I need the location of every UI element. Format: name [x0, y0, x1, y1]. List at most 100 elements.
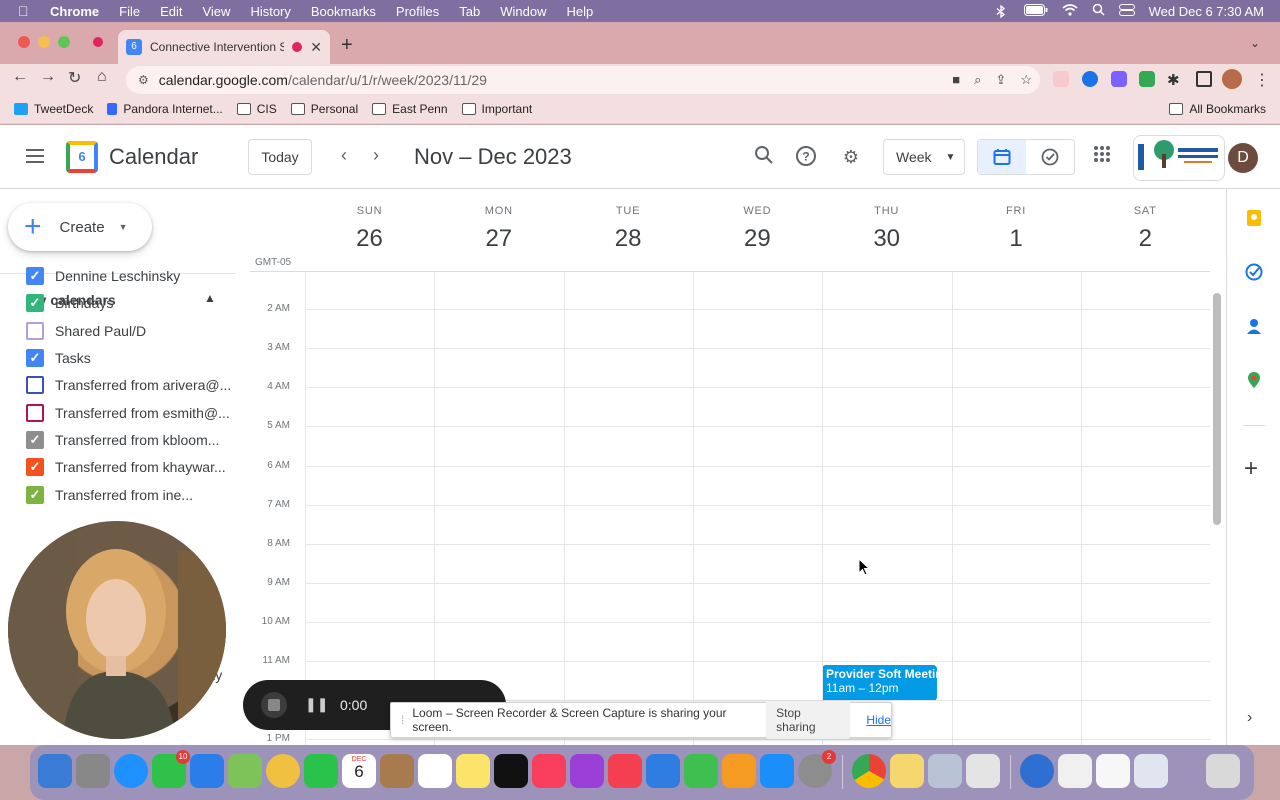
- checkbox-checked-icon[interactable]: ✓: [26, 267, 44, 285]
- bluetooth-icon[interactable]: [996, 4, 1010, 19]
- day-number[interactable]: 28: [564, 225, 693, 253]
- day-number[interactable]: 30: [822, 225, 951, 253]
- today-button[interactable]: Today: [248, 139, 312, 175]
- apple-menu-icon[interactable]: : [18, 3, 34, 19]
- bookmark-folder-east-penn[interactable]: East Penn: [372, 102, 448, 116]
- checkbox-checked-icon[interactable]: ✓: [26, 294, 44, 312]
- drag-handle-icon[interactable]: ⁞: [401, 713, 404, 727]
- back-arrow-icon[interactable]: ←: [12, 68, 28, 86]
- menu-datetime[interactable]: Wed Dec 6 7:30 AM: [1149, 4, 1264, 19]
- calendar-list-item[interactable]: ✓ Tasks: [26, 348, 91, 368]
- dock-mail-icon[interactable]: [190, 754, 224, 788]
- dock-calendar-icon[interactable]: DEC 6: [342, 754, 376, 788]
- dock-app-store-icon[interactable]: [760, 754, 794, 788]
- menu-history[interactable]: History: [250, 4, 290, 19]
- dock-messages-icon[interactable]: 10: [152, 750, 190, 788]
- grid-scrollbar[interactable]: [1213, 293, 1221, 525]
- zoom-icon[interactable]: ⌕: [974, 72, 981, 88]
- dock-reminders-icon[interactable]: [418, 754, 452, 788]
- menu-file[interactable]: File: [119, 4, 140, 19]
- dock-launchpad-icon[interactable]: [76, 754, 110, 788]
- day-column-header[interactable]: THU 30: [822, 205, 951, 253]
- create-event-button[interactable]: + Create ▼: [8, 203, 152, 251]
- previous-week-chevron-icon[interactable]: ‹: [341, 145, 347, 166]
- dock-numbers-icon[interactable]: [684, 754, 718, 788]
- checkbox-unchecked-icon[interactable]: [26, 376, 44, 394]
- google-apps-grid-icon[interactable]: [1090, 145, 1114, 169]
- checkbox-checked-icon[interactable]: ✓: [26, 349, 44, 367]
- view-selector-dropdown[interactable]: Week ▼: [883, 139, 965, 175]
- day-column-header[interactable]: MON 27: [434, 205, 563, 253]
- dock-notes-icon[interactable]: [456, 754, 490, 788]
- tasks-icon[interactable]: [1245, 263, 1263, 281]
- calendar-list-item[interactable]: Shared Paul/D: [26, 321, 146, 341]
- dock-chrome-icon[interactable]: [852, 754, 886, 788]
- menu-bookmarks[interactable]: Bookmarks: [311, 4, 376, 19]
- dock-finder-icon[interactable]: [38, 754, 72, 788]
- menu-profiles[interactable]: Profiles: [396, 4, 439, 19]
- calendar-view-icon[interactable]: [978, 140, 1026, 174]
- calendar-list-item[interactable]: ✓ Birthdays: [26, 293, 113, 313]
- day-number[interactable]: 26: [305, 225, 434, 253]
- camera-in-use-icon[interactable]: ■: [952, 72, 960, 88]
- day-column-header[interactable]: SAT 2: [1081, 205, 1210, 253]
- get-add-ons-plus-icon[interactable]: +: [1244, 455, 1258, 483]
- chrome-menu-icon[interactable]: ⋮: [1254, 70, 1270, 90]
- menu-app-name[interactable]: Chrome: [50, 4, 99, 19]
- day-number[interactable]: 29: [693, 225, 822, 253]
- week-time-grid[interactable]: Provider Soft Meeting 11am – 12pm 1 AM 2 …: [250, 271, 1210, 745]
- extensions-puzzle-icon[interactable]: ✱: [1167, 71, 1183, 89]
- menu-tab[interactable]: Tab: [459, 4, 480, 19]
- tasks-view-icon[interactable]: [1026, 140, 1074, 174]
- checkbox-checked-icon[interactable]: ✓: [26, 458, 44, 476]
- profile-avatar-icon[interactable]: [1222, 69, 1242, 89]
- wifi-icon[interactable]: [1062, 3, 1078, 19]
- extension-icon[interactable]: [1111, 71, 1127, 87]
- dock-contacts-icon[interactable]: [380, 754, 414, 788]
- checkbox-unchecked-icon[interactable]: [26, 404, 44, 422]
- share-icon[interactable]: ⇪: [995, 72, 1006, 88]
- main-menu-icon[interactable]: [26, 149, 44, 163]
- menu-help[interactable]: Help: [567, 4, 594, 19]
- zoom-window-button[interactable]: [58, 36, 70, 48]
- dock-system-settings-icon[interactable]: 2: [798, 750, 836, 788]
- all-bookmarks-button[interactable]: All Bookmarks: [1169, 102, 1266, 116]
- calendar-event[interactable]: Provider Soft Meeting 11am – 12pm: [822, 665, 937, 701]
- loom-extension-icon[interactable]: [1053, 71, 1069, 87]
- home-icon[interactable]: ⌂: [97, 68, 107, 86]
- dock-photos-icon[interactable]: [266, 754, 300, 788]
- reload-icon[interactable]: ↻: [68, 68, 81, 88]
- calendar-list-item[interactable]: ✓ Transferred from ine...: [26, 485, 193, 505]
- bookmark-folder-cis[interactable]: CIS: [236, 102, 277, 116]
- side-panel-icon[interactable]: [1196, 71, 1212, 87]
- tab-search-chevron-icon[interactable]: ⌄: [1250, 36, 1260, 50]
- dock-news-icon[interactable]: [608, 754, 642, 788]
- bookmark-folder-important[interactable]: Important: [461, 102, 532, 116]
- dock-document-icon[interactable]: [1096, 754, 1130, 788]
- calendar-list-item[interactable]: Transferred from esmith@...: [26, 403, 230, 423]
- close-tab-icon[interactable]: ✕: [310, 39, 322, 56]
- forward-arrow-icon[interactable]: →: [40, 68, 56, 86]
- webcam-video-bubble[interactable]: [8, 521, 226, 739]
- calendar-list-item[interactable]: ✓ Dennine Leschinsky: [26, 266, 180, 286]
- dock-scanner-icon[interactable]: [966, 754, 1000, 788]
- battery-icon[interactable]: [1023, 3, 1048, 19]
- dock-trash-icon[interactable]: [1206, 754, 1240, 788]
- day-number[interactable]: 2: [1081, 225, 1210, 253]
- dock-downloads-icon[interactable]: [1020, 754, 1054, 788]
- dock-keynote-icon[interactable]: [646, 754, 680, 788]
- calendar-logo-icon[interactable]: 6: [66, 141, 98, 173]
- dock-maps-icon[interactable]: [228, 754, 262, 788]
- dock-safari-icon[interactable]: [114, 754, 148, 788]
- organization-logo[interactable]: [1133, 135, 1225, 181]
- bookmark-star-icon[interactable]: ☆: [1020, 72, 1032, 88]
- menu-window[interactable]: Window: [500, 4, 546, 19]
- keep-icon[interactable]: [1245, 209, 1263, 227]
- new-tab-button[interactable]: +: [341, 34, 353, 57]
- create-dropdown-caret-icon[interactable]: ▼: [119, 222, 128, 232]
- menu-view[interactable]: View: [202, 4, 230, 19]
- dock-facetime-icon[interactable]: [304, 754, 338, 788]
- dock-music-icon[interactable]: [532, 754, 566, 788]
- menu-edit[interactable]: Edit: [160, 4, 182, 19]
- collapse-chevron-up-icon[interactable]: ▲: [204, 291, 216, 305]
